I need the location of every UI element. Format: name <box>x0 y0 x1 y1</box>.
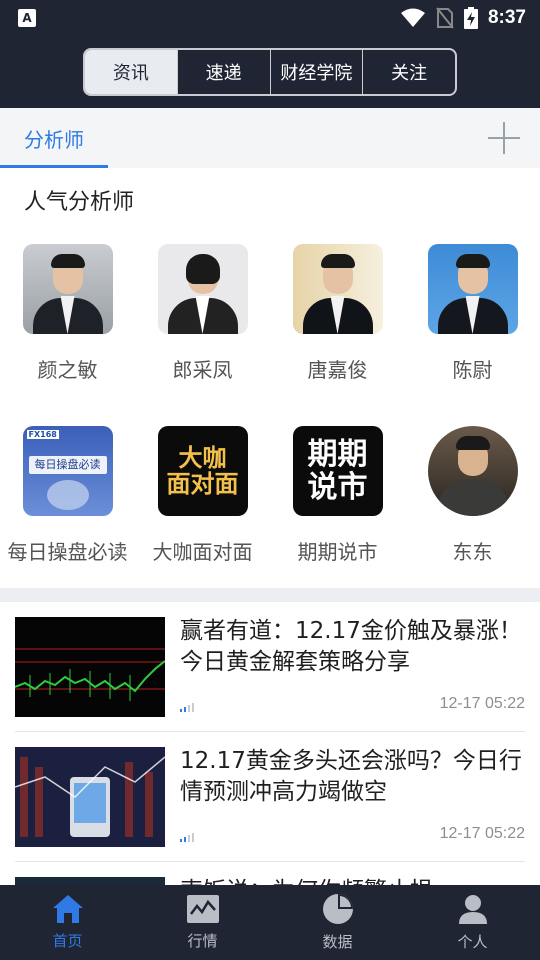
analyst-card[interactable]: 陈尉 <box>405 244 540 383</box>
analyst-card[interactable]: 大咖 面对面 大咖面对面 <box>135 426 270 565</box>
news-time: 12-17 05:22 <box>439 695 525 712</box>
nav-home[interactable]: 首页 <box>0 885 135 960</box>
analyst-card[interactable]: 唐嘉俊 <box>270 244 405 383</box>
news-thumbnail <box>15 747 165 847</box>
section-divider <box>0 588 540 602</box>
analyst-card[interactable]: FX168 每日操盘必读 每日操盘必读 <box>0 426 135 565</box>
news-thumbnail <box>15 617 165 717</box>
analyst-card[interactable]: 东东 <box>405 426 540 565</box>
analyst-name: 每日操盘必读 <box>7 540 128 564</box>
news-title: 赢者有道：12.17金价触及暴涨！今日黄金解套策略分享 <box>180 618 522 675</box>
subtab-analysts[interactable]: 分析师 <box>0 108 108 168</box>
avatar: 大咖 面对面 <box>157 426 248 516</box>
news-item[interactable]: 赢者有道：12.17金价触及暴涨！今日黄金解套策略分享 12-17 05:22 <box>15 602 525 732</box>
avatar: 期期 说市 <box>292 426 383 516</box>
status-bar: A 8:37 <box>0 0 540 36</box>
home-icon <box>52 895 83 923</box>
tab-finance-academy[interactable]: 财经学院 <box>271 50 364 94</box>
avatar <box>427 244 518 334</box>
signal-icon <box>180 702 198 712</box>
analyst-name: 陈尉 <box>452 358 493 382</box>
wifi-icon <box>400 8 425 27</box>
clock: 8:37 <box>487 7 526 28</box>
tab-follow[interactable]: 关注 <box>363 50 455 94</box>
news-title: 12.17黄金多头还会涨吗？今日行情预测冲高力竭做空 <box>180 748 522 805</box>
sub-tab-bar: 分析师 <box>0 108 540 168</box>
system-icons: 8:37 <box>400 6 526 30</box>
segmented-tabs: 资讯 速递 财经学院 关注 <box>83 48 457 96</box>
nav-label: 行情 <box>187 932 218 950</box>
pie-icon <box>322 894 353 924</box>
avatar <box>427 426 518 516</box>
tab-express[interactable]: 速递 <box>178 50 271 94</box>
news-time: 12-17 05:22 <box>439 825 525 842</box>
section-title: 人气分析师 <box>24 190 135 215</box>
analyst-name: 东东 <box>452 540 493 564</box>
analyst-name: 大咖面对面 <box>152 540 253 564</box>
bottom-navigation: 首页 行情 数据 个人 <box>0 885 540 960</box>
subtab-underline <box>0 165 108 168</box>
analyst-name: 郎采凤 <box>172 358 233 382</box>
no-sim-icon <box>436 7 454 29</box>
battery-charging-icon <box>463 7 478 29</box>
tab-news[interactable]: 资讯 <box>85 50 178 94</box>
nav-market[interactable]: 行情 <box>135 885 270 960</box>
analyst-card[interactable]: 颜之敏 <box>0 244 135 383</box>
nav-label: 个人 <box>457 933 488 951</box>
signal-icon <box>180 832 198 842</box>
nav-label: 数据 <box>322 933 353 951</box>
avatar <box>157 244 248 334</box>
chart-icon <box>186 895 219 923</box>
avatar <box>22 244 113 334</box>
top-header: 资讯 速递 财经学院 关注 <box>0 36 540 108</box>
person-icon <box>458 895 487 924</box>
nav-label: 首页 <box>52 932 83 950</box>
add-icon[interactable] <box>488 122 520 154</box>
avatar <box>292 244 383 334</box>
analyst-card[interactable]: 郎采凤 <box>135 244 270 383</box>
app-notification-icon: A <box>18 9 36 27</box>
analyst-name: 期期说市 <box>297 540 378 564</box>
analyst-name: 颜之敏 <box>37 358 98 382</box>
nav-profile[interactable]: 个人 <box>405 885 540 960</box>
news-item[interactable]: 12.17黄金多头还会涨吗？今日行情预测冲高力竭做空 12-17 05:22 <box>15 732 525 862</box>
analyst-card[interactable]: 期期 说市 期期说市 <box>270 426 405 565</box>
nav-data[interactable]: 数据 <box>270 885 405 960</box>
avatar: FX168 每日操盘必读 <box>22 426 113 516</box>
analyst-name: 唐嘉俊 <box>307 358 368 382</box>
